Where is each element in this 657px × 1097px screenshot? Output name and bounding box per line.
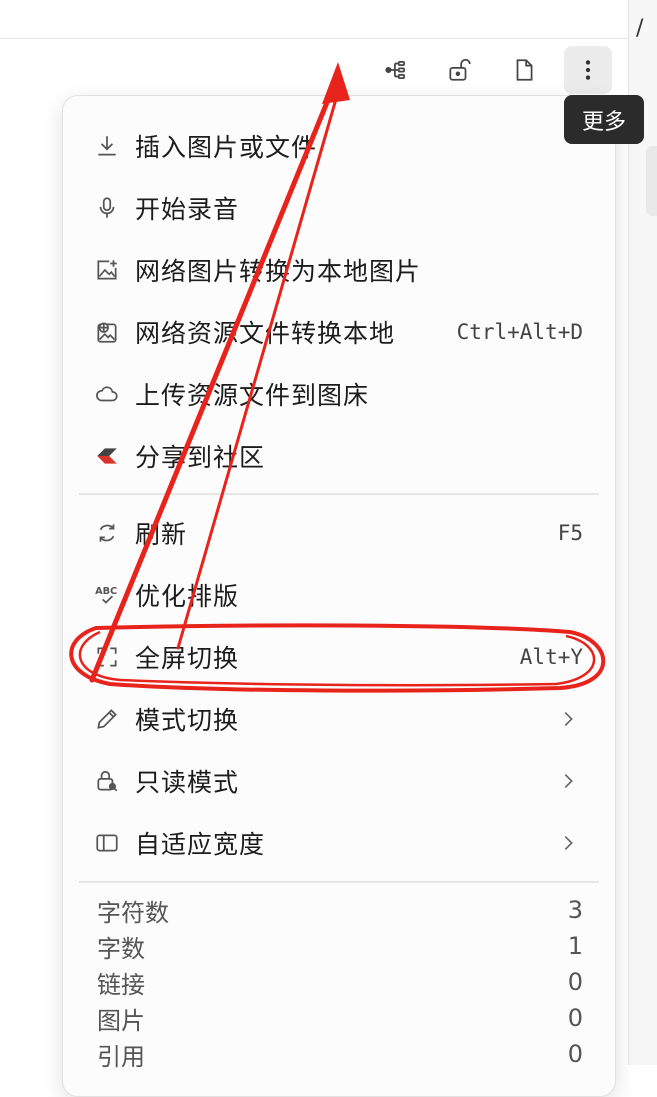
document-icon	[516, 59, 533, 81]
outline-button[interactable]	[372, 46, 420, 94]
menu-item-refresh[interactable]: 刷新 F5	[79, 505, 599, 561]
more-tooltip: 更多	[564, 95, 644, 144]
cloud-icon	[79, 381, 135, 407]
menu-item-label: 只读模式	[135, 768, 240, 797]
refresh-icon	[79, 520, 135, 546]
menu-divider	[79, 493, 599, 495]
menu-item-readonly-mode[interactable]: 只读模式	[79, 753, 599, 809]
unlock-icon	[449, 58, 471, 81]
download-icon	[79, 133, 135, 159]
stat-value: 3	[567, 896, 583, 924]
more-button[interactable]	[564, 46, 612, 94]
shortcut-text: Alt+Y	[519, 645, 583, 669]
menu-item-label: 模式切换	[135, 706, 240, 735]
menu-item-mode-switch[interactable]: 模式切换	[79, 691, 599, 747]
lock-key-icon	[79, 768, 135, 794]
menu-item-share-community[interactable]: 分享到社区	[79, 428, 599, 484]
chevron-right-icon	[564, 711, 573, 727]
menu-item-localize-resources[interactable]: 网络资源文件转换本地 Ctrl+Alt+D	[79, 304, 599, 360]
menu-item-label: 上传资源文件到图床	[135, 381, 370, 410]
fullscreen-icon	[79, 644, 135, 670]
menu-item-label: 自适应宽度	[135, 830, 266, 859]
scrollbar-thumb[interactable]	[646, 146, 657, 216]
stat-value: 0	[567, 1004, 583, 1032]
stat-label: 图片	[97, 1006, 145, 1035]
more-vertical-icon	[585, 60, 591, 80]
stat-value: 0	[567, 968, 583, 996]
stat-value: 0	[567, 1040, 583, 1068]
stat-row: 链接 0	[97, 964, 583, 1000]
abc-check-icon: ABC	[79, 582, 135, 608]
menu-item-label: 优化排版	[135, 582, 240, 611]
menu-item-adaptive-width[interactable]: 自适应宽度	[79, 815, 599, 871]
microphone-icon	[79, 195, 135, 221]
image-web-icon	[79, 319, 135, 345]
menu-item-label: 网络图片转换为本地图片	[135, 257, 422, 286]
stat-row: 引用 0	[97, 1036, 583, 1072]
share-community-icon	[79, 443, 135, 469]
editor-top-bar	[0, 0, 628, 39]
document-stats: 字符数 3 字数 1 链接 0 图片 0 引用 0	[97, 892, 583, 1072]
stat-row: 字符数 3	[97, 892, 583, 928]
image-add-icon	[79, 257, 135, 283]
svg-text:ABC: ABC	[95, 586, 117, 597]
menu-item-upload-to-bed[interactable]: 上传资源文件到图床	[79, 366, 599, 422]
menu-item-label: 刷新	[135, 520, 188, 549]
more-menu: 插入图片或文件 开始录音 网络图片转换为本地图片 网络资源文件转换本地 Ctrl…	[62, 95, 616, 1097]
panel-icon	[79, 830, 135, 856]
chevron-right-icon	[564, 773, 573, 789]
menu-item-fullscreen-toggle[interactable]: 全屏切换 Alt+Y	[79, 629, 599, 685]
stat-label: 字数	[97, 934, 145, 963]
stat-label: 链接	[97, 970, 145, 999]
menu-item-localize-images[interactable]: 网络图片转换为本地图片	[79, 242, 599, 298]
menu-item-label: 分享到社区	[135, 443, 266, 472]
pencil-icon	[79, 706, 135, 732]
menu-item-label: 全屏切换	[135, 644, 240, 673]
unlock-button[interactable]	[435, 46, 483, 94]
path-separator: /	[636, 16, 644, 41]
menu-item-record-audio[interactable]: 开始录音	[79, 180, 599, 236]
menu-divider	[79, 881, 599, 883]
stat-value: 1	[567, 932, 583, 960]
menu-item-label: 插入图片或文件	[135, 133, 318, 162]
menu-item-optimize-layout[interactable]: ABC 优化排版	[79, 567, 599, 623]
chevron-right-icon	[564, 835, 573, 851]
menu-item-insert-file[interactable]: 插入图片或文件	[79, 118, 599, 174]
document-button[interactable]	[500, 46, 548, 94]
stat-row: 字数 1	[97, 928, 583, 964]
menu-item-label: 开始录音	[135, 195, 240, 224]
shortcut-text: Ctrl+Alt+D	[456, 320, 583, 344]
stat-label: 引用	[97, 1042, 145, 1071]
outline-icon	[385, 61, 405, 79]
shortcut-text: F5	[557, 521, 583, 545]
menu-item-label: 网络资源文件转换本地	[135, 319, 396, 348]
stat-row: 图片 0	[97, 1000, 583, 1036]
stat-label: 字符数	[97, 898, 169, 927]
